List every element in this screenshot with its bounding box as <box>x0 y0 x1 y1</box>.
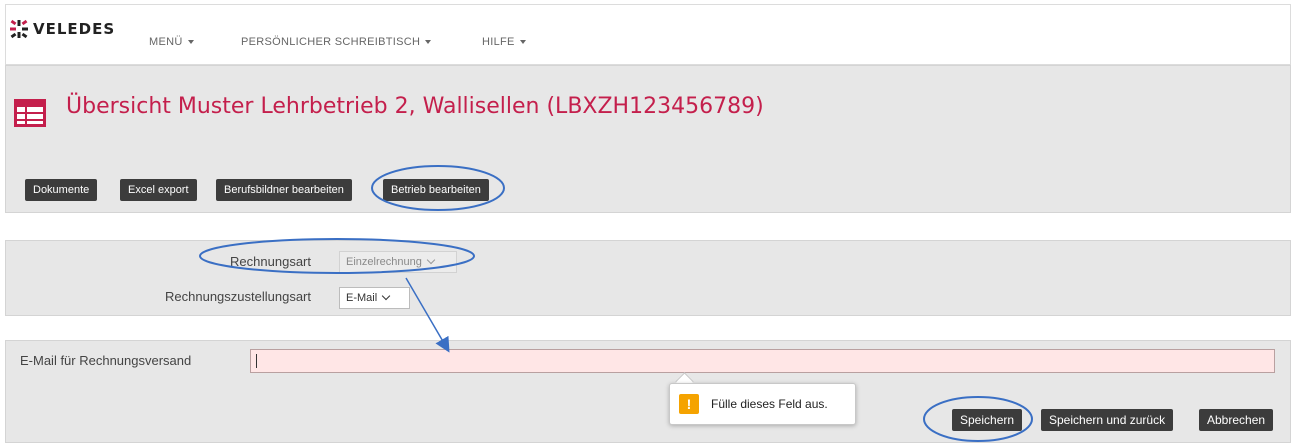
chevron-down-icon <box>381 291 391 301</box>
excel-export-button[interactable]: Excel export <box>120 179 197 201</box>
nav-item-help[interactable]: HILFE <box>482 36 526 48</box>
validation-message: Fülle dieses Feld aus. <box>711 397 828 411</box>
top-navbar <box>5 4 1291 65</box>
billing-panel <box>5 240 1291 316</box>
nav-item-label: HILFE <box>482 36 515 48</box>
zustellungsart-select[interactable]: E-Mail <box>339 287 410 309</box>
documents-button[interactable]: Dokumente <box>25 179 98 201</box>
page-title: Übersicht Muster Lehrbetrieb 2, Wallisel… <box>66 94 764 119</box>
nav-item-menu[interactable]: MENÜ <box>149 36 194 48</box>
nav-item-label: MENÜ <box>149 36 183 48</box>
nav-item-desk[interactable]: PERSÖNLICHER SCHREIBTISCH <box>241 36 432 48</box>
caret-down-icon <box>519 40 526 45</box>
save-and-back-button[interactable]: Speichern und zurück <box>1041 409 1174 431</box>
header-panel <box>5 65 1291 213</box>
rechnungsart-value: Einzelrechnung <box>346 256 422 268</box>
caret-down-icon <box>425 40 432 45</box>
save-button[interactable]: Speichern <box>952 409 1023 431</box>
edit-trainers-button[interactable]: Berufsbildner bearbeiten <box>216 179 352 201</box>
edit-company-button[interactable]: Betrieb bearbeiten <box>383 179 489 201</box>
rechnungsart-label: Rechnungsart <box>230 254 311 269</box>
nav-item-label: PERSÖNLICHER SCHREIBTISCH <box>241 36 421 48</box>
table-icon <box>14 99 46 127</box>
zustellungsart-value: E-Mail <box>346 292 378 304</box>
text-cursor <box>256 354 257 368</box>
caret-down-icon <box>187 40 194 45</box>
email-label: E-Mail für Rechnungsversand <box>20 353 192 368</box>
chevron-down-icon <box>426 255 436 265</box>
brand-logo[interactable]: VELEDES <box>9 17 115 41</box>
validation-tooltip: ! Fülle dieses Feld aus. <box>669 383 856 425</box>
rechnungsart-select: Einzelrechnung <box>339 251 457 273</box>
zustellungsart-label: Rechnungszustellungsart <box>165 289 311 304</box>
email-input[interactable] <box>250 349 1275 373</box>
brand-name: VELEDES <box>33 20 116 38</box>
cancel-button[interactable]: Abbrechen <box>1199 409 1274 431</box>
exclamation-icon: ! <box>679 394 699 414</box>
veledes-logo-icon <box>10 19 28 39</box>
